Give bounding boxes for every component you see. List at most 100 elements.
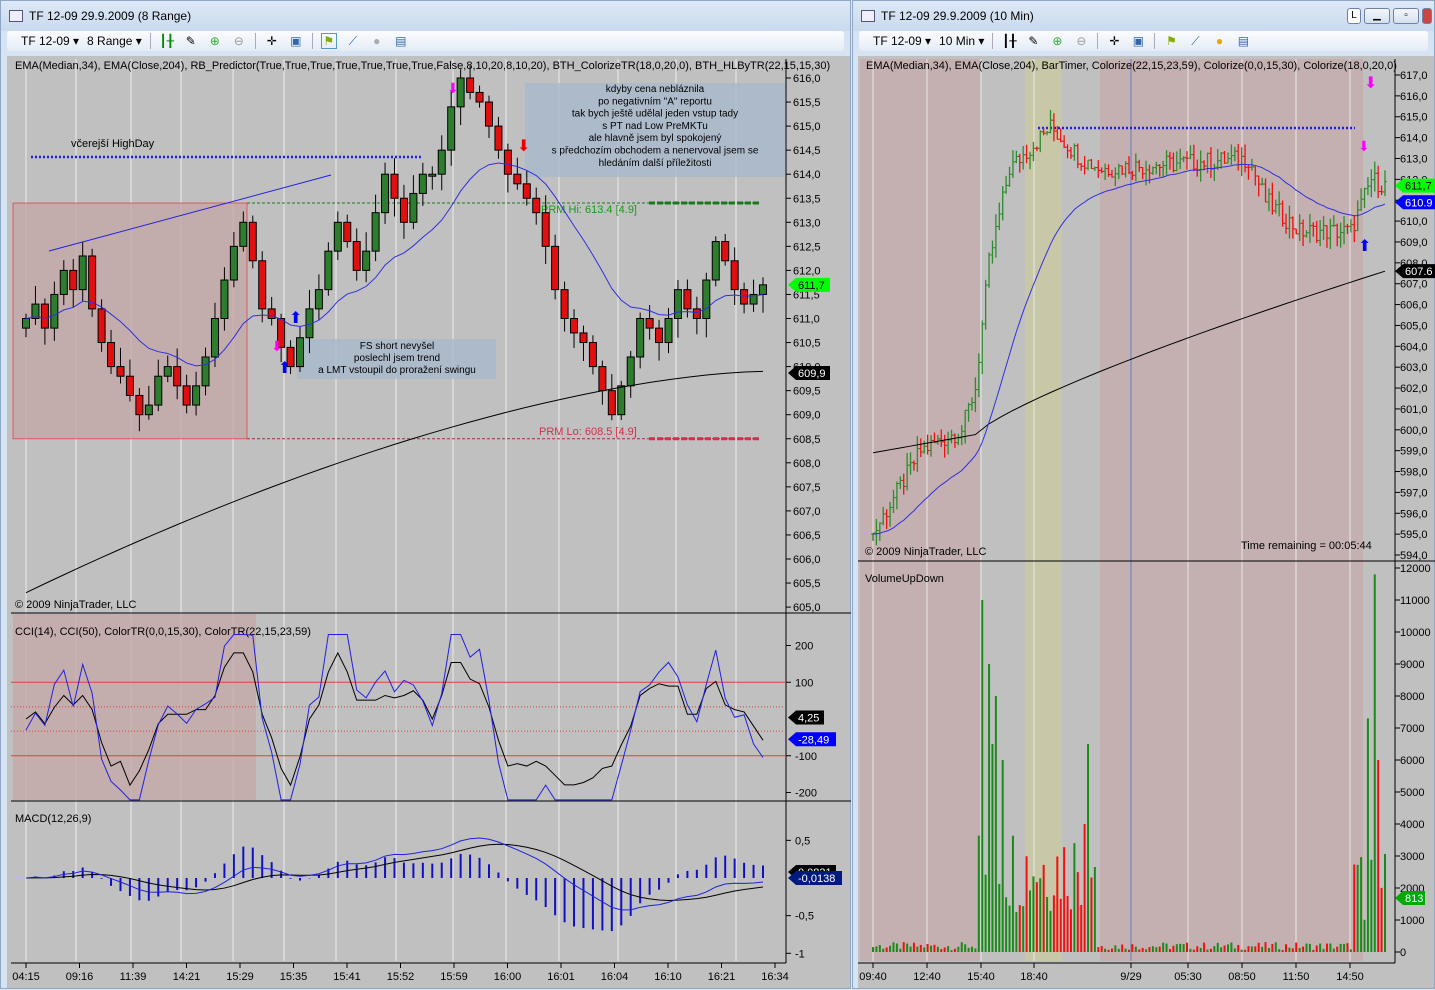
properties-icon[interactable]: ▤ bbox=[393, 33, 409, 49]
volume-value-tag: 813 bbox=[1405, 893, 1423, 905]
zoom-in-icon[interactable]: ⊕ bbox=[207, 33, 223, 49]
session-shade bbox=[1025, 59, 1062, 961]
indicators-icon[interactable]: ⟋ bbox=[1187, 33, 1203, 49]
period-select[interactable]: 8 Range ▾ bbox=[87, 34, 142, 48]
link-button[interactable]: L bbox=[1347, 8, 1361, 24]
time-tick-label: 14:50 bbox=[1336, 971, 1364, 983]
time-tick-label: 11:39 bbox=[120, 971, 147, 983]
cci-tick-label: 100 bbox=[795, 677, 813, 689]
macd-tick-label: -1 bbox=[795, 948, 805, 960]
candle-up bbox=[636, 318, 645, 358]
left-toolbar: TF 12-09 ▾ 8 Range ▾ ┃╂ ✎ ⊕ ⊖ ✛ ▣ ⚑ ⟋ ● … bbox=[7, 31, 844, 51]
candle-up bbox=[324, 250, 333, 291]
candle-up bbox=[220, 279, 229, 320]
chart-icon bbox=[9, 10, 23, 22]
note-mid-line: poslechl jsem trend bbox=[354, 353, 440, 364]
note-top-line: hledáním další příležitosti bbox=[599, 158, 712, 169]
properties-icon[interactable]: ▤ bbox=[1235, 33, 1251, 49]
candle-down bbox=[570, 318, 579, 334]
candle-up bbox=[59, 269, 68, 295]
candle-up bbox=[333, 221, 342, 252]
time-tick-label: 16:34 bbox=[761, 971, 789, 983]
price-tick-label: 611,0 bbox=[793, 314, 820, 326]
cci-legend: CCI(14), CCI(50), ColorTR(0,0,15,30), Co… bbox=[15, 626, 311, 638]
maximize-button[interactable]: ▫ bbox=[1393, 8, 1419, 24]
strategy-icon[interactable]: ⚑ bbox=[1163, 33, 1179, 49]
right-title-bar: TF 12-09 29.9.2009 (10 Min) L ▁ ▫ bbox=[853, 1, 1434, 31]
volume-tick-label: 9000 bbox=[1400, 659, 1424, 671]
session-shade bbox=[860, 59, 980, 961]
zoom-in-icon[interactable]: ⊕ bbox=[1049, 33, 1065, 49]
price-tick-label: 609,0 bbox=[793, 410, 821, 422]
right-chart-svg[interactable]: 617,0616,0615,0614,0613,0612,0611,0610,0… bbox=[858, 56, 1435, 990]
zoom-out-icon[interactable]: ⊖ bbox=[231, 33, 247, 49]
price-tick-label: 614,5 bbox=[793, 145, 821, 157]
time-tick-label: 9/29 bbox=[1120, 971, 1141, 983]
minimize-button[interactable]: ▁ bbox=[1364, 8, 1390, 24]
candle-up bbox=[664, 318, 673, 344]
orders-icon[interactable]: ● bbox=[369, 33, 385, 49]
crosshair-icon[interactable]: ✛ bbox=[1106, 33, 1122, 49]
left-chart-area[interactable]: 616,0 615,5 615,0 614,5 614,0 613,5 613,0 612,5… bbox=[7, 56, 852, 990]
time-tick-label: 15:35 bbox=[280, 971, 308, 983]
candle-down bbox=[560, 289, 569, 319]
period-select[interactable]: 10 Min ▾ bbox=[939, 34, 984, 48]
candle-down bbox=[343, 221, 352, 243]
candle-down bbox=[721, 241, 730, 262]
indicators-icon[interactable]: ⟋ bbox=[345, 33, 361, 49]
crosshair-icon[interactable]: ✛ bbox=[264, 33, 280, 49]
bar-style-icon[interactable]: ┃╂ bbox=[159, 33, 175, 49]
instrument-select[interactable]: TF 12-09 ▾ bbox=[873, 34, 931, 48]
candle-down bbox=[579, 332, 588, 344]
right-chart-area[interactable]: 617,0616,0615,0614,0613,0612,0611,0610,0… bbox=[858, 56, 1435, 990]
price-tick-label: 605,0 bbox=[1400, 320, 1428, 332]
candle-down bbox=[248, 221, 257, 262]
data-box-icon[interactable]: ▣ bbox=[1130, 33, 1146, 49]
instrument-select[interactable]: TF 12-09 ▾ bbox=[21, 34, 79, 48]
candle-down bbox=[466, 77, 475, 93]
candle-down bbox=[588, 342, 597, 368]
cci-tick-label: 200 bbox=[795, 641, 813, 653]
candle-down bbox=[503, 149, 512, 175]
data-box-icon[interactable]: ▣ bbox=[288, 33, 304, 49]
time-tick-label: 15:59 bbox=[440, 971, 468, 983]
separator bbox=[1154, 33, 1156, 49]
separator bbox=[1097, 33, 1099, 49]
candle-down bbox=[173, 366, 182, 387]
time-tick-label: 16:10 bbox=[654, 971, 682, 983]
price-tick-label: 614,0 bbox=[793, 169, 821, 181]
candle-up bbox=[626, 356, 635, 387]
candle-down bbox=[182, 385, 191, 406]
prm-hi-label: PRM Hi: 613.4 [4.9] bbox=[541, 204, 637, 216]
pencil-icon[interactable]: ✎ bbox=[1025, 33, 1041, 49]
price-tick-label: 604,0 bbox=[1400, 341, 1428, 353]
price-tick-label: 609,5 bbox=[793, 386, 821, 398]
price-tick-label: 605,0 bbox=[793, 602, 821, 614]
price-tick-label: 606,0 bbox=[793, 554, 821, 566]
bar-style-icon[interactable]: ┃╂ bbox=[1001, 33, 1017, 49]
price-tick-label: 617,0 bbox=[1400, 70, 1428, 82]
candle-down bbox=[352, 241, 361, 271]
candle-up bbox=[22, 318, 30, 329]
note-top-line: po negativním "A" reportu bbox=[598, 96, 712, 107]
instrument-label: TF 12-09 bbox=[21, 34, 70, 48]
candle-down bbox=[513, 173, 522, 185]
price-tick-label: 607,5 bbox=[793, 482, 821, 494]
note-top-line: s předchozím obchodem a nenervoval jsem … bbox=[552, 146, 759, 157]
candle-up bbox=[201, 356, 210, 387]
candle-down bbox=[399, 197, 408, 223]
strategy-icon[interactable]: ⚑ bbox=[320, 33, 337, 49]
close-button[interactable] bbox=[1422, 8, 1432, 24]
candle-up bbox=[192, 385, 201, 406]
zoom-out-icon[interactable]: ⊖ bbox=[1073, 33, 1089, 49]
candle-down bbox=[97, 308, 106, 344]
price-tick-label: 602,0 bbox=[1400, 383, 1428, 395]
volume-tick-label: 11000 bbox=[1400, 595, 1430, 607]
pencil-icon[interactable]: ✎ bbox=[183, 33, 199, 49]
time-tick-label: 09:40 bbox=[859, 971, 887, 983]
sell-arrow-icon: ⬇ bbox=[517, 138, 530, 155]
time-tick-label: 04:15 bbox=[12, 971, 40, 983]
orders-icon[interactable]: ● bbox=[1211, 33, 1227, 49]
volume-tick-label: 12000 bbox=[1400, 563, 1431, 575]
left-chart-svg[interactable]: 616,0 615,5 615,0 614,5 614,0 613,5 613,0 612,5… bbox=[7, 56, 852, 990]
